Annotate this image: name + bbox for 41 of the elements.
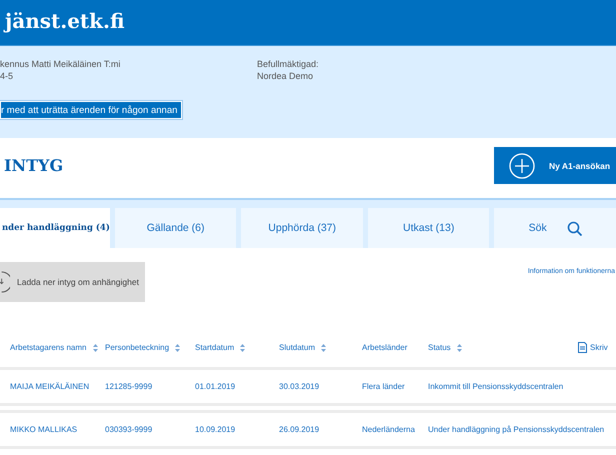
column-header[interactable]: Status (428, 343, 451, 352)
new-application-button[interactable]: Ny A1-ansökan (494, 147, 616, 184)
sort-icon[interactable] (321, 344, 326, 352)
column-header[interactable]: Arbetsländer (362, 343, 408, 352)
column-header[interactable]: Slutdatum (279, 343, 316, 352)
column-header[interactable]: Startdatum (195, 343, 234, 352)
document-icon (578, 342, 587, 353)
table-cell-text: 030393-9999 (105, 425, 154, 434)
table-cell-text: 10.09.2019 (195, 425, 236, 434)
tab[interactable]: Gällande (6) (114, 208, 236, 248)
switch-client-button[interactable]: r med att uträtta ärenden för någon annan (0, 101, 182, 119)
search-icon (566, 220, 582, 236)
authorized-name: Nordea Demo (257, 70, 314, 82)
table-cell-text: Nederländerna (362, 425, 416, 434)
table-cell-text: Under handläggning på Pensionsskyddscentralen (428, 425, 606, 434)
tab[interactable]: Upphörda (37) (241, 208, 363, 248)
site-title: jänst.etk.fi (3, 8, 126, 34)
table-cell-text: Flera länder (362, 382, 406, 391)
print-link[interactable]: Skriv (590, 343, 608, 352)
employee-name-link[interactable]: MAIJA MEIKÄLÄINEN (10, 382, 105, 391)
table-cell-text: 26.09.2019 (279, 425, 320, 434)
download-certificate-button[interactable]: Ladda ner intyg om anhängighet (0, 262, 145, 302)
company-name: kennus Matti Meikäläinen T:mi (0, 58, 122, 70)
column-header[interactable]: Arbetstagarens namn (10, 343, 86, 352)
tab[interactable]: nder handläggning (4) (0, 208, 110, 248)
sort-icon[interactable] (175, 344, 180, 352)
table-cell-text: Inkommit till Pensionsskyddscentralen (428, 382, 564, 391)
authorized-label: Befullmäktigad: (257, 58, 319, 70)
plus-icon (509, 152, 535, 178)
search-tab[interactable]: Sök (494, 208, 616, 248)
table-cell-text: 01.01.2019 (195, 382, 236, 391)
column-header[interactable]: Personbeteckning (105, 343, 170, 352)
sort-icon[interactable] (240, 344, 246, 352)
table-cell-text: 30.03.2019 (279, 382, 320, 391)
page-title: INTYG (3, 156, 64, 176)
sort-icon[interactable] (92, 344, 98, 352)
employee-name-link[interactable]: MIKKO MALLIKAS (10, 425, 105, 434)
table-cell-text: 121285-9999 (105, 382, 154, 391)
company-id: 4-5 (0, 70, 14, 82)
sort-icon[interactable] (456, 344, 462, 352)
tab[interactable]: Utkast (13) (368, 208, 490, 248)
